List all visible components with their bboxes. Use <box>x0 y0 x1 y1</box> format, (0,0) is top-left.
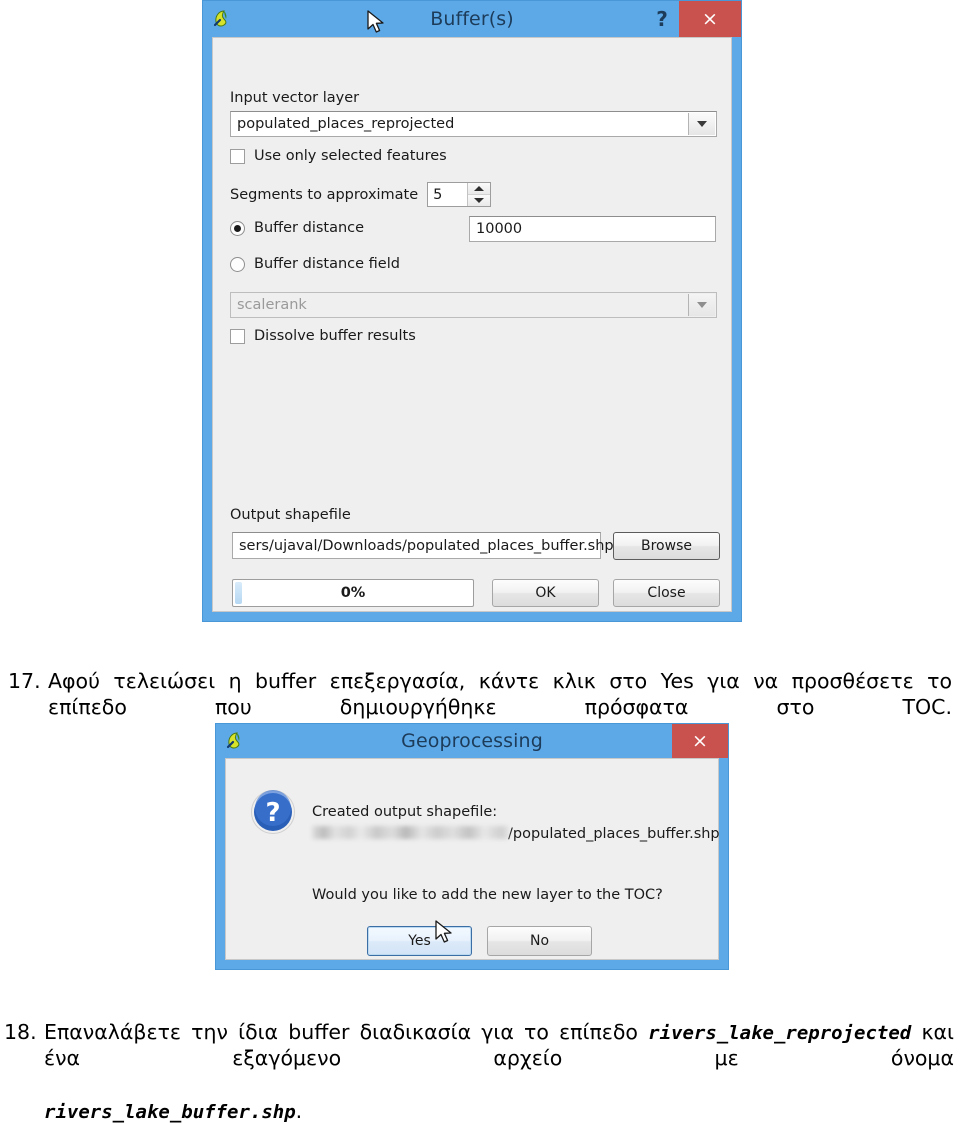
close-icon[interactable]: × <box>679 1 741 37</box>
dissolve-buffer-row[interactable]: Dissolve buffer results <box>230 328 416 344</box>
step-18-text-part1: Επαναλάβετε την ίδια buffer διαδικασία γ… <box>44 1020 638 1044</box>
buffer-distance-input[interactable]: 10000 <box>469 216 716 242</box>
step-18-text: Επαναλάβετε την ίδια buffer διαδικασία γ… <box>44 1019 954 1124</box>
close-icon[interactable]: × <box>672 724 728 758</box>
output-shapefile-value: sers/ujaval/Downloads/populated_places_b… <box>239 537 614 554</box>
close-button[interactable]: Close <box>613 579 720 607</box>
buffer-dialog-titlebar[interactable]: Buffer(s) ? × <box>203 1 741 37</box>
buffer-distance-row[interactable]: Buffer distance <box>230 220 364 236</box>
add-layer-question: Would you like to add the new layer to t… <box>312 887 663 903</box>
step-18-code-2: rivers_lake_buffer.shp <box>44 1100 296 1123</box>
svg-text:?: ? <box>265 798 280 828</box>
geoprocessing-dialog: Geoprocessing × ? Created output shapefi… <box>216 724 728 969</box>
progress-label: 0% <box>340 585 366 601</box>
progress-bar: 0% <box>232 579 474 607</box>
buffer-distance-field-combo[interactable]: scalerank <box>230 292 717 318</box>
use-selected-features-row[interactable]: Use only selected features <box>230 148 447 164</box>
geoprocessing-body: ? Created output shapefile: /populated_p… <box>225 758 720 960</box>
output-shapefile-label: Output shapefile <box>230 507 351 523</box>
step-18-paragraph: 18. Επαναλάβετε την ίδια buffer διαδικασ… <box>4 1019 954 1124</box>
created-output-label: Created output shapefile: <box>312 804 498 820</box>
geoprocessing-title: Geoprocessing <box>401 730 543 752</box>
buffer-distance-value: 10000 <box>476 221 523 237</box>
question-mark-icon: ? <box>250 789 296 835</box>
qgis-icon <box>224 730 246 752</box>
qgis-icon <box>211 8 233 30</box>
dissolve-buffer-label: Dissolve buffer results <box>254 328 416 344</box>
use-selected-features-checkbox[interactable] <box>230 148 245 164</box>
buffer-distance-field-value: scalerank <box>237 297 307 313</box>
browse-button[interactable]: Browse <box>613 532 720 560</box>
no-button[interactable]: No <box>487 926 592 956</box>
ok-button[interactable]: OK <box>492 579 599 607</box>
step-18-text-part3: . <box>295 1098 303 1123</box>
geoprocessing-titlebar[interactable]: Geoprocessing × <box>216 724 728 758</box>
buffer-dialog: Buffer(s) ? × Input vector layer populat… <box>203 1 741 621</box>
yes-button[interactable]: Yes <box>367 926 472 956</box>
input-vector-layer-combo[interactable]: populated_places_reprojected <box>230 111 717 137</box>
dissolve-buffer-checkbox[interactable] <box>230 328 245 344</box>
segments-value[interactable]: 5 <box>428 183 467 206</box>
segments-label: Segments to approximate <box>230 186 419 203</box>
progress-fill <box>235 582 242 604</box>
segments-stepper[interactable]: 5 <box>427 182 492 207</box>
buffer-distance-field-row[interactable]: Buffer distance field <box>230 256 400 272</box>
chevron-down-icon[interactable] <box>688 294 715 316</box>
buffer-distance-label: Buffer distance <box>254 220 365 236</box>
buffer-distance-radio[interactable] <box>230 220 245 236</box>
buffer-distance-field-radio[interactable] <box>230 256 245 272</box>
segments-decrement-button[interactable] <box>468 195 491 206</box>
chevron-down-icon[interactable] <box>688 113 715 135</box>
input-vector-layer-label: Input vector layer <box>230 90 360 106</box>
input-vector-layer-value: populated_places_reprojected <box>237 116 455 132</box>
step-17-number: 17. <box>8 669 41 693</box>
buffer-dialog-body: Input vector layer populated_places_repr… <box>212 37 732 612</box>
use-selected-features-label: Use only selected features <box>254 148 447 164</box>
help-button[interactable]: ? <box>645 1 679 37</box>
step-18-number: 18. <box>4 1020 37 1044</box>
created-output-path: /populated_places_buffer.shp <box>312 826 720 842</box>
step-18-code-1: rivers_lake_reprojected <box>648 1022 912 1044</box>
segments-row: Segments to approximate 5 <box>230 182 492 207</box>
buffer-distance-field-label: Buffer distance field <box>254 256 400 272</box>
redacted-path-icon <box>312 826 508 839</box>
output-shapefile-input[interactable]: sers/ujaval/Downloads/populated_places_b… <box>232 532 614 559</box>
segments-increment-button[interactable] <box>468 183 491 195</box>
created-output-path-suffix: /populated_places_buffer.shp <box>508 826 720 842</box>
